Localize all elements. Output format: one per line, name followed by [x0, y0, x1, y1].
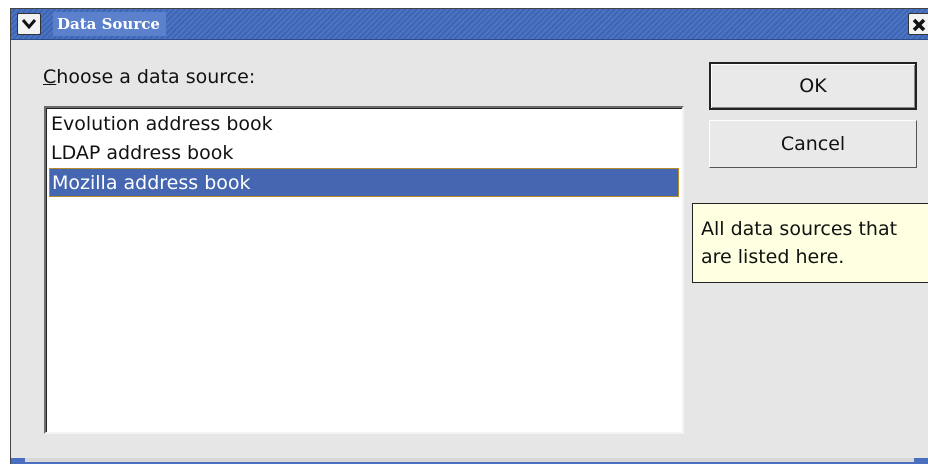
list-item-ldap[interactable]: LDAP address book: [49, 139, 679, 168]
list-item-mozilla[interactable]: Mozilla address book: [49, 168, 679, 197]
data-source-list[interactable]: Evolution address book LDAP address book…: [44, 106, 684, 434]
tooltip-line-1: All data sources that: [701, 218, 898, 240]
window-bottom-border: [11, 458, 928, 464]
title-bar[interactable]: Data Source: [11, 9, 928, 40]
window-title: Data Source: [53, 12, 166, 36]
window-menu-icon[interactable]: [17, 13, 41, 35]
tooltip-line-2: are listed here.: [701, 246, 845, 268]
ok-button[interactable]: OK: [709, 62, 917, 110]
prompt-mnemonic: C: [43, 66, 57, 88]
dialog-body: Choose a data source: Evolution address …: [11, 40, 928, 464]
close-icon[interactable]: [908, 13, 928, 35]
cancel-button[interactable]: Cancel: [709, 120, 917, 168]
bottom-border-inner: [25, 458, 914, 462]
dialog-window: Data Source Choose a data source: Evolut…: [10, 8, 928, 464]
list-item-evolution[interactable]: Evolution address book: [49, 110, 679, 139]
choose-data-source-label: Choose a data source:: [43, 66, 255, 88]
tooltip: All data sources that are listed here.: [692, 203, 928, 283]
prompt-text: hoose a data source:: [56, 66, 256, 88]
